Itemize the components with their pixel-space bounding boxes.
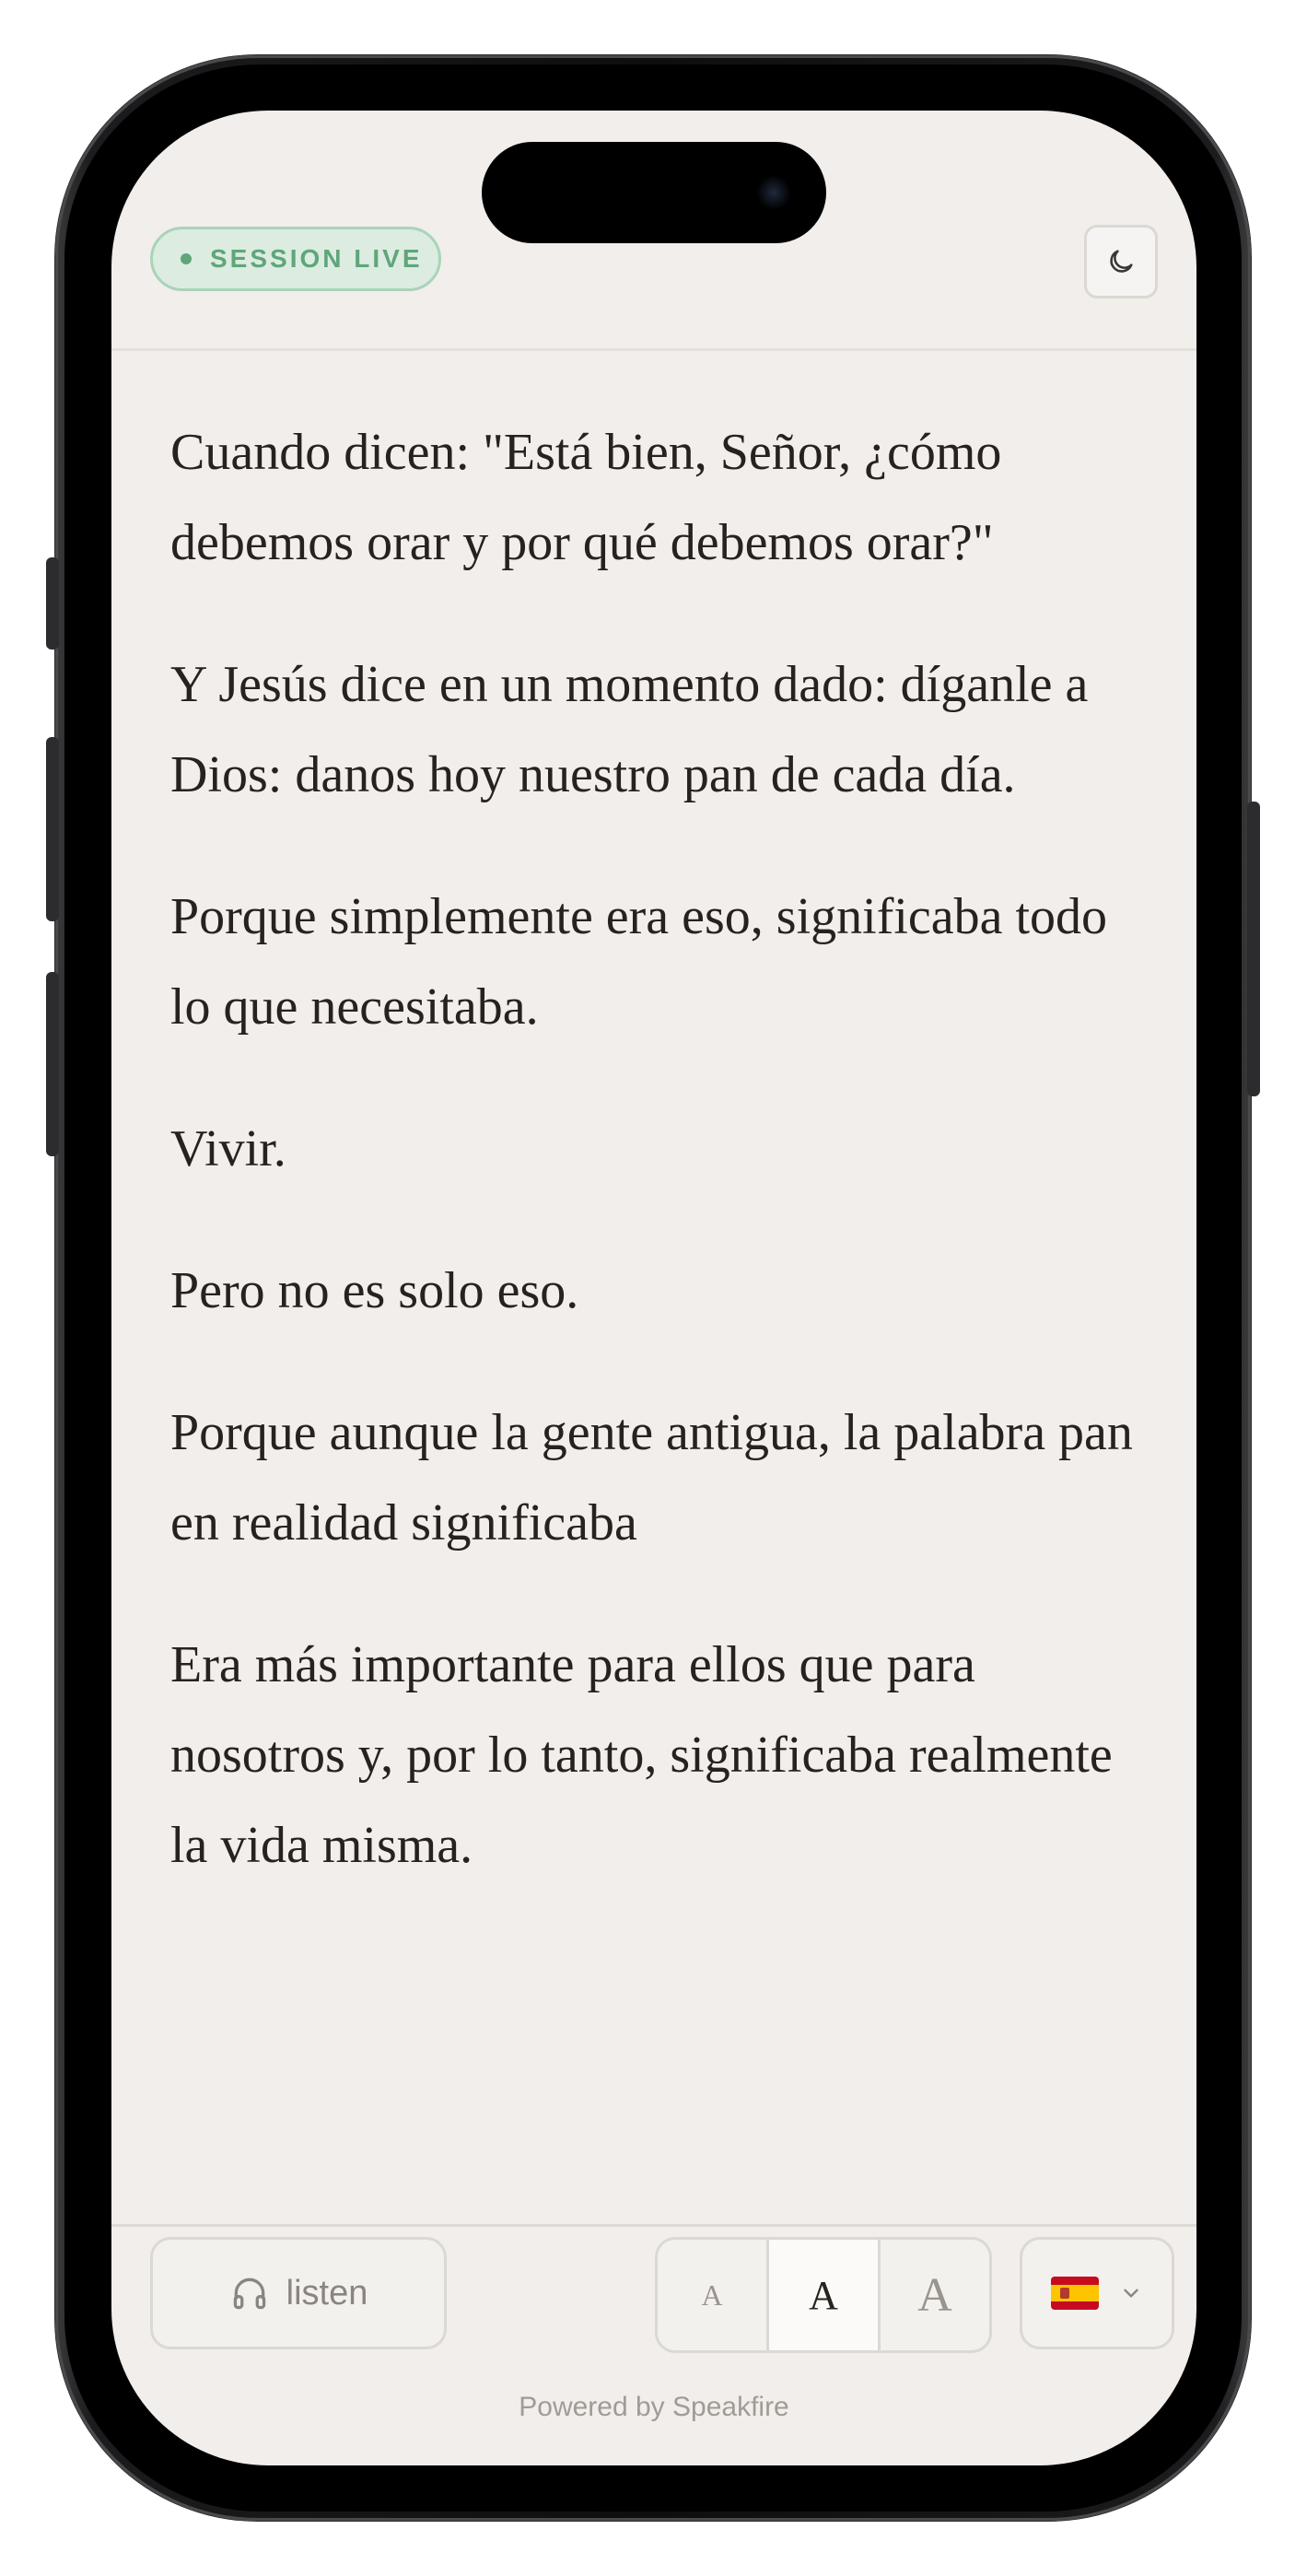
- transcript-body: Cuando dicen: "Está bien, Señor, ¿cómo d…: [170, 407, 1147, 1942]
- transcript-paragraph: Era más importante para ellos que para n…: [170, 1636, 1113, 1874]
- volume-up-button: [46, 737, 59, 921]
- moon-icon: [1110, 250, 1133, 273]
- transcript-paragraph: Porque simplemente era eso, significaba …: [170, 888, 1108, 1036]
- volume-down-button: [46, 972, 59, 1156]
- theme-toggle-button[interactable]: [1084, 225, 1158, 299]
- transcript-paragraph: Y Jesús dice en un momento dado: díganle…: [170, 656, 1089, 803]
- powered-by-label: Powered by Speakfire: [519, 2392, 789, 2422]
- text-size-selector: A A A: [655, 2237, 992, 2353]
- action-button: [46, 557, 59, 650]
- front-camera-icon: [756, 175, 791, 210]
- listen-label: listen: [286, 2273, 368, 2313]
- transcript-paragraph: Pero no es solo eso.: [170, 1262, 579, 1319]
- transcript-paragraph: Cuando dicen: "Está bien, Señor, ¿cómo d…: [170, 424, 1002, 571]
- chevron-down-icon: [1124, 2289, 1138, 2298]
- headphones-icon: [233, 2277, 265, 2310]
- dynamic-island: [482, 142, 826, 243]
- text-size-medium-button[interactable]: A: [766, 2240, 878, 2350]
- session-status-label: SESSION LIVE: [210, 244, 423, 273]
- text-size-small-button[interactable]: A: [658, 2240, 766, 2350]
- transcript-paragraph: Vivir.: [170, 1120, 286, 1177]
- language-select[interactable]: [1020, 2237, 1174, 2349]
- live-dot-icon: [181, 253, 192, 264]
- session-live-badge: SESSION LIVE: [150, 227, 441, 291]
- text-size-large-button[interactable]: A: [878, 2240, 989, 2350]
- spain-flag-icon: [1051, 2277, 1099, 2310]
- phone-screen: SESSION LIVE Cuando dicen: "Está bien, S…: [111, 111, 1196, 2465]
- transcript-paragraph: Porque aunque la gente antigua, la palab…: [170, 1404, 1133, 1551]
- listen-button[interactable]: listen: [150, 2237, 447, 2349]
- power-button: [1247, 802, 1260, 1096]
